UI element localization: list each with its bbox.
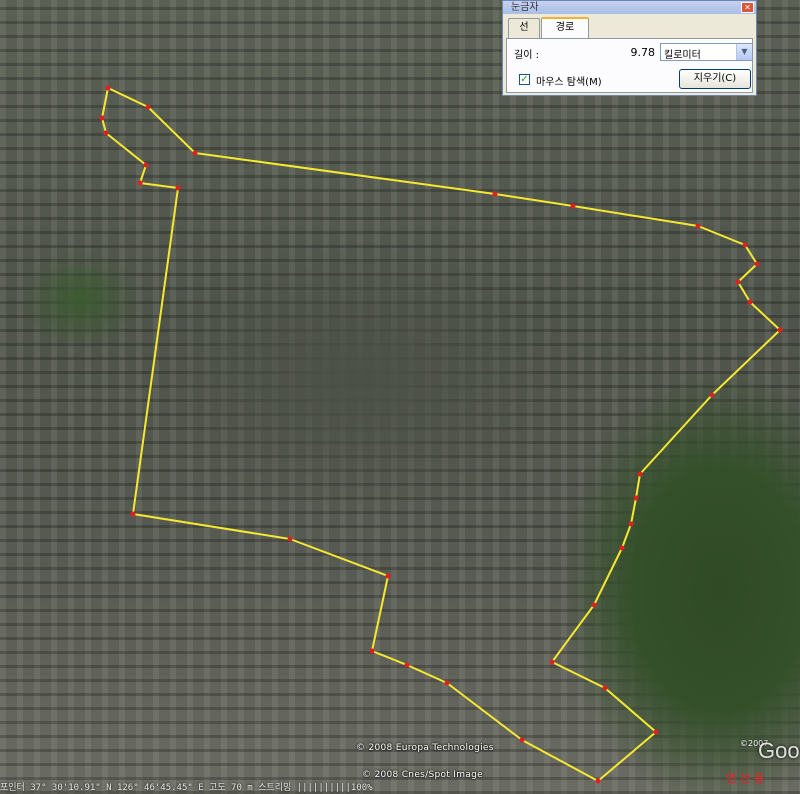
- route-point[interactable]: [742, 242, 748, 248]
- route-point[interactable]: [519, 737, 525, 743]
- route-point[interactable]: [619, 545, 625, 551]
- length-label: 길이 :: [514, 50, 539, 61]
- route-point[interactable]: [143, 162, 149, 168]
- route-point[interactable]: [591, 602, 597, 608]
- route-point[interactable]: [145, 104, 151, 110]
- route-point[interactable]: [385, 573, 391, 579]
- tab-line[interactable]: 선: [508, 18, 540, 38]
- route-point[interactable]: [637, 471, 643, 477]
- route-point[interactable]: [444, 680, 450, 686]
- route-point[interactable]: [549, 659, 555, 665]
- route-point[interactable]: [103, 130, 109, 136]
- route-point[interactable]: [735, 279, 741, 285]
- length-value: 9.78: [630, 46, 656, 59]
- route-point[interactable]: [777, 327, 783, 333]
- route-point[interactable]: [695, 223, 701, 229]
- tab-path[interactable]: 경로: [541, 17, 589, 39]
- route-point[interactable]: [653, 729, 659, 735]
- mouse-nav-checkbox[interactable]: ✓: [519, 74, 530, 85]
- google-logo: Goo: [758, 738, 800, 763]
- chevron-down-icon[interactable]: ▼: [736, 44, 752, 60]
- route-path: [101, 87, 781, 782]
- close-icon[interactable]: ✕: [741, 2, 754, 13]
- route-point[interactable]: [628, 521, 634, 527]
- route-point[interactable]: [287, 536, 293, 542]
- route-point[interactable]: [602, 685, 608, 691]
- route-point[interactable]: [175, 185, 181, 191]
- route-point[interactable]: [192, 150, 198, 156]
- route-point[interactable]: [492, 191, 498, 197]
- unit-select[interactable]: 킬로미터 ▼: [660, 43, 753, 61]
- ruler-dialog[interactable]: 눈금자 ✕ 선 경로 길이 : 9.78 킬로미터 ▼ ✓ 마우스 탐색(M) …: [502, 0, 757, 96]
- route-point[interactable]: [747, 299, 753, 305]
- copyright-cnes: © 2008 Cnes/Spot Image: [362, 770, 483, 780]
- route-point[interactable]: [369, 648, 375, 654]
- route-point[interactable]: [137, 180, 143, 186]
- clear-button[interactable]: 지우기(C): [679, 69, 751, 89]
- route-point[interactable]: [709, 392, 715, 398]
- route-point[interactable]: [99, 115, 105, 121]
- route-overlay: [99, 85, 783, 784]
- ruler-title: 눈금자: [511, 2, 539, 13]
- ruler-panel: 길이 : 9.78 킬로미터 ▼ ✓ 마우스 탐색(M) 지우기(C): [506, 38, 753, 93]
- route-point[interactable]: [130, 511, 136, 517]
- mouse-nav-label: 마우스 탐색(M): [536, 77, 602, 88]
- unit-selected-value: 킬로미터: [664, 50, 701, 61]
- status-bar: 포인터 37° 30'10.91" N 126° 46'45.45" E 고도 …: [0, 783, 373, 793]
- route-point[interactable]: [570, 203, 576, 209]
- copyright-europa: © 2008 Europa Technologies: [356, 743, 494, 753]
- route-point[interactable]: [633, 495, 639, 501]
- ruler-titlebar[interactable]: 눈금자 ✕: [503, 1, 756, 14]
- route-point[interactable]: [404, 662, 410, 668]
- route-point[interactable]: [105, 85, 111, 91]
- satellite-map[interactable]: © 2008 Europa Technologies © 2008 Cnes/S…: [0, 0, 800, 794]
- route-point[interactable]: [754, 261, 760, 267]
